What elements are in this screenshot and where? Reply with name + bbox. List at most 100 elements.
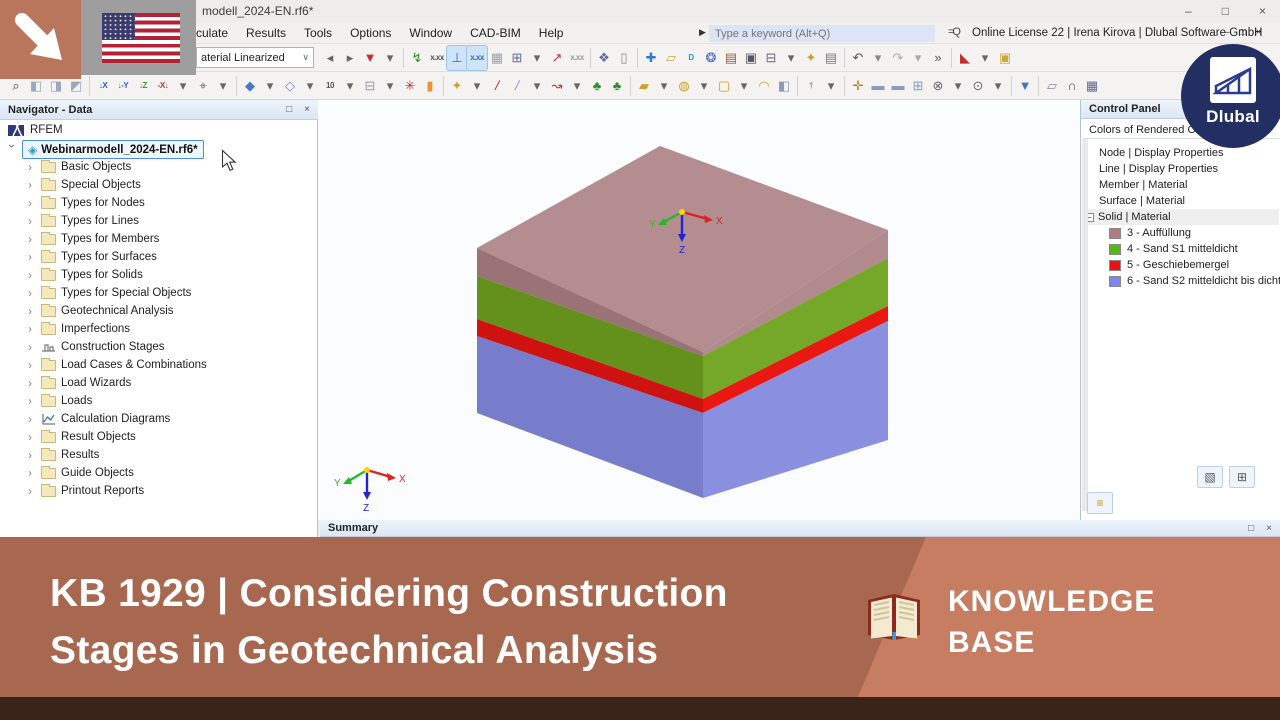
render-window-icon[interactable]: ▦ — [1082, 74, 1102, 98]
list-view-button[interactable]: ≡ — [1087, 492, 1113, 514]
menu-item-results[interactable]: Results — [246, 26, 286, 40]
union-solid-icon[interactable]: ⊞ — [908, 74, 928, 98]
new-solid-icon[interactable]: ◍ — [674, 74, 694, 98]
chevron-right-icon[interactable]: › — [24, 322, 36, 336]
chevron-right-icon[interactable]: › — [24, 286, 36, 300]
sidebar-item-load-cases-combinations[interactable]: ›Load Cases & Combinations — [24, 356, 207, 374]
filter-loads-icon[interactable]: ▼ — [360, 46, 380, 70]
redo-icon[interactable]: ↷ — [888, 46, 908, 70]
result-values-icon[interactable]: x.xx — [567, 46, 587, 70]
divide-line-icon[interactable]: ▬ — [868, 74, 888, 98]
close-icon[interactable]: × — [1259, 4, 1266, 18]
solid-material-legend-item[interactable]: 3 - Auffüllung — [1109, 225, 1191, 241]
new-surface-icon[interactable]: ▰ — [634, 74, 654, 98]
intersection-icon[interactable]: ⊗ — [928, 74, 948, 98]
dlubal-center-icon[interactable]: D — [681, 46, 701, 70]
chevron-right-icon[interactable]: › — [24, 430, 36, 444]
chevron-right-icon[interactable]: › — [24, 268, 36, 282]
viewport[interactable]: X Y Z X Y Z — [318, 100, 1080, 520]
undo-dropdown-icon[interactable]: ▾ — [868, 46, 888, 70]
legend-settings-button[interactable]: ▧ — [1197, 466, 1223, 488]
new-opening-dropdown-icon[interactable]: ▾ — [734, 74, 754, 98]
color-category-solid-material[interactable]: −Solid | Material — [1083, 209, 1279, 225]
chevron-right-icon[interactable]: › — [24, 304, 36, 318]
sidebar-item-guide-objects[interactable]: ›Guide Objects — [24, 464, 134, 482]
color-category-member-material[interactable]: Member | Material — [1099, 177, 1187, 193]
chevron-right-icon[interactable]: › — [24, 484, 36, 498]
fe-mesh-icon[interactable]: ✳ — [400, 74, 420, 98]
sidebar-item-loads[interactable]: ›Loads — [24, 392, 92, 410]
sidebar-item-load-wizards[interactable]: ›Load Wizards — [24, 374, 131, 392]
loadcase-combobox[interactable]: aterial Linearized ∨ — [196, 47, 314, 68]
connect-lines-icon[interactable]: ▬ — [888, 74, 908, 98]
loadcase-next-icon[interactable]: ▸ — [340, 46, 360, 70]
tree-root-row[interactable]: RFEM — [8, 124, 63, 136]
summary-float-icon[interactable]: □ — [1248, 523, 1254, 534]
print-dropdown-icon[interactable]: ▾ — [781, 46, 801, 70]
result-diagram-icon[interactable]: ↗ — [547, 46, 567, 70]
minimize-icon[interactable]: – — [1185, 4, 1192, 18]
dimension-dropdown-icon[interactable]: ▾ — [340, 74, 360, 98]
insert-column-dropdown-icon[interactable]: ▾ — [821, 74, 841, 98]
sidebar-item-types-for-solids[interactable]: ›Types for Solids — [24, 266, 143, 284]
color-category-line-display-properties[interactable]: Line | Display Properties — [1099, 161, 1218, 177]
new-opening-icon[interactable]: ▢ — [714, 74, 734, 98]
chevron-right-icon[interactable]: › — [24, 250, 36, 264]
work-box-icon[interactable]: ▣ — [995, 46, 1015, 70]
view-x-icon[interactable]: ↓X — [93, 74, 113, 98]
visual-objects-icon[interactable]: ⌖ — [193, 74, 213, 98]
combobox-caret-icon[interactable]: ∨ — [302, 52, 309, 63]
snap-dropdown-icon[interactable]: ▾ — [975, 46, 995, 70]
color-category-surface-material[interactable]: Surface | Material — [1099, 193, 1185, 209]
menu-item-tools[interactable]: Tools — [304, 26, 332, 40]
sidebar-item-result-objects[interactable]: ›Result Objects — [24, 428, 136, 446]
sidebar-item-types-for-members[interactable]: ›Types for Members — [24, 230, 159, 248]
menu-item-cad-bim[interactable]: CAD-BIM — [470, 26, 521, 40]
extrude-dropdown-icon[interactable]: ▾ — [988, 74, 1008, 98]
solid-material-legend-item[interactable]: 4 - Sand S1 mitteldicht — [1109, 241, 1238, 257]
solid-material-legend-item[interactable]: 5 - Geschiebemergel — [1109, 257, 1229, 273]
new-polyline-icon[interactable]: ↝ — [547, 74, 567, 98]
chevron-right-icon[interactable]: › — [24, 232, 36, 246]
show-loads-icon[interactable]: ↯ — [407, 46, 427, 70]
show-support-values-icon[interactable]: x.xx — [467, 46, 487, 70]
new-polyline-dropdown-icon[interactable]: ▾ — [567, 74, 587, 98]
print-icon[interactable]: ⊟ — [761, 46, 781, 70]
tree-large-icon[interactable]: ♣ — [607, 74, 627, 98]
menu-item-window[interactable]: Window — [409, 26, 452, 40]
new-block-icon[interactable]: ◧ — [774, 74, 794, 98]
new-solid-dropdown-icon[interactable]: ▾ — [694, 74, 714, 98]
chevron-right-icon[interactable]: › — [24, 394, 36, 408]
snap-polygon-icon[interactable]: ◣ — [955, 46, 975, 70]
model-display-dropdown-icon[interactable]: ▾ — [260, 74, 280, 98]
doc-minimize-icon[interactable]: – — [1224, 27, 1230, 38]
open-file-icon[interactable]: ▱ — [661, 46, 681, 70]
float-panel-icon[interactable]: □ — [286, 104, 292, 115]
new-report-icon[interactable]: ✦ — [801, 46, 821, 70]
soil-block-model[interactable]: X Y Z X Y Z — [318, 100, 1080, 520]
sidebar-item-types-for-lines[interactable]: ›Types for Lines — [24, 212, 139, 230]
panel-splitter[interactable] — [1082, 139, 1088, 511]
sidebar-item-construction-stages[interactable]: ›Construction Stages — [24, 338, 165, 356]
workplane-icon[interactable]: ◇ — [280, 74, 300, 98]
chevron-right-icon[interactable]: › — [24, 178, 36, 192]
show-load-values-icon[interactable]: x.xx — [427, 46, 447, 70]
filter-loads-dropdown-icon[interactable]: ▾ — [380, 46, 400, 70]
sidebar-item-results[interactable]: ›Results — [24, 446, 99, 464]
print-graphic-dropdown-icon[interactable]: ▾ — [380, 74, 400, 98]
doc-restore-icon[interactable]: □ — [1240, 27, 1246, 38]
new-line-icon[interactable]: ╱ — [487, 74, 507, 98]
new-member-icon[interactable]: ╱ — [507, 74, 527, 98]
sidebar-item-printout-reports[interactable]: ›Printout Reports — [24, 482, 144, 500]
new-nurbs-icon[interactable]: ◠ — [754, 74, 774, 98]
loadcase-prev-icon[interactable]: ◂ — [320, 46, 340, 70]
chevron-right-icon[interactable]: › — [24, 160, 36, 174]
maximize-icon[interactable]: □ — [1222, 4, 1229, 18]
solid-material-legend-item[interactable]: 6 - Sand S2 mitteldicht bis dicht — [1109, 273, 1280, 289]
insert-column-icon[interactable]: † — [801, 74, 821, 98]
intersection-dropdown-icon[interactable]: ▾ — [948, 74, 968, 98]
sidebar-item-types-for-surfaces[interactable]: ›Types for Surfaces — [24, 248, 157, 266]
config-icon[interactable]: ❂ — [701, 46, 721, 70]
redo-dropdown-icon[interactable]: ▾ — [908, 46, 928, 70]
chevron-right-icon[interactable]: › — [24, 214, 36, 228]
